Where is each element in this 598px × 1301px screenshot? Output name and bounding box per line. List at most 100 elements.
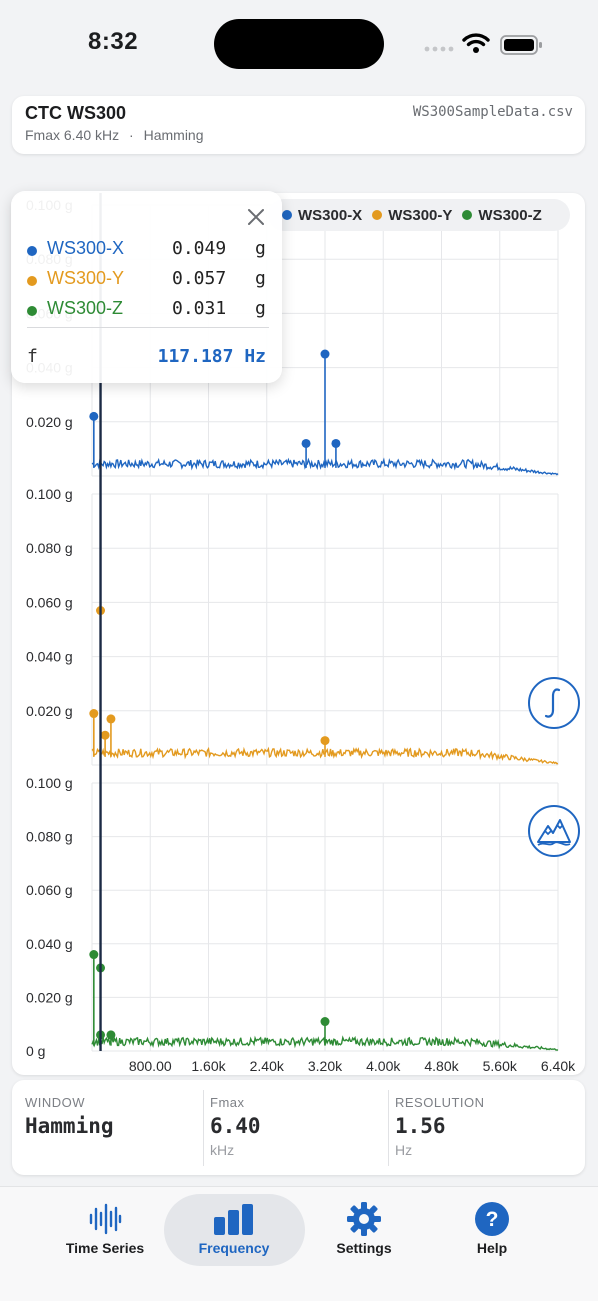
- x-tick-label: 4.00k: [366, 1058, 401, 1074]
- fmax-label: Fmax: [210, 1095, 245, 1110]
- x-tick-label: 6.40k: [541, 1058, 576, 1074]
- gear-icon: [347, 1202, 381, 1236]
- device-subtitle: Fmax 6.40 kHz · Hamming: [25, 127, 204, 143]
- x-tick-label: 1.60k: [191, 1058, 226, 1074]
- close-icon[interactable]: [244, 205, 268, 229]
- tooltip-series-unit: g: [255, 298, 266, 319]
- x-tick-label: 5.60k: [483, 1058, 518, 1074]
- info-divider: [388, 1090, 389, 1166]
- tab-label: Help: [476, 1240, 508, 1256]
- tab-label: Time Series: [65, 1240, 145, 1256]
- y-tick-label: 0.040 g: [26, 936, 73, 952]
- series-dot: [27, 246, 37, 256]
- wifi-icon: [462, 33, 490, 53]
- y-tick-label: 0.100 g: [26, 775, 73, 791]
- peak-marker: [331, 438, 341, 448]
- chart-legend: WS300-X WS300-Y WS300-Z: [268, 199, 570, 231]
- y-tick-label: 0.060 g: [26, 882, 73, 898]
- device-name: CTC WS300: [25, 103, 127, 123]
- tooltip-series-value: 0.057: [172, 268, 227, 289]
- analysis-info-card: WINDOW Hamming Fmax 6.40 kHz RESOLUTION …: [12, 1080, 585, 1175]
- y-tick-label: 0.060 g: [26, 594, 73, 610]
- y-tick-label: 0.020 g: [26, 703, 73, 719]
- separator-dot: ·: [129, 127, 134, 143]
- legend-dot: [462, 210, 473, 220]
- window-info: WINDOW Hamming: [25, 1080, 205, 1175]
- frequency-value: 117.187 Hz: [157, 346, 266, 367]
- peak-marker: [100, 730, 110, 740]
- legend-dot: [282, 210, 292, 220]
- peak-marker: [320, 1017, 330, 1027]
- fmax-value: 6.40: [210, 1114, 261, 1138]
- peak-marker: [320, 349, 330, 359]
- y-tick-label: 0.100 g: [26, 486, 73, 502]
- tab-label: Settings: [336, 1240, 392, 1256]
- peak-marker: [89, 411, 99, 421]
- window-label: WINDOW: [25, 1095, 86, 1110]
- legend-item-z: WS300-Z: [462, 206, 542, 224]
- x-tick-label: 2.40k: [250, 1058, 285, 1074]
- tab-time-series[interactable]: Time Series: [45, 1193, 165, 1261]
- tooltip-series-name: WS300-Z: [47, 298, 124, 318]
- peak-marker: [301, 438, 311, 448]
- info-divider: [203, 1090, 204, 1166]
- tooltip-row-x: WS300-X 0.049 g: [27, 238, 272, 264]
- x-tick-label: 4.80k: [424, 1058, 459, 1074]
- fmax-unit: kHz: [210, 1142, 235, 1158]
- legend-dot: [372, 210, 383, 220]
- svg-text:?: ?: [486, 1208, 499, 1231]
- legend-label: WS300-X: [298, 206, 363, 224]
- y-tick-label: 0.080 g: [26, 540, 73, 556]
- frequency-label: f: [27, 346, 38, 367]
- tooltip-row-z: WS300-Z 0.031 g: [27, 298, 272, 324]
- peak-marker: [89, 950, 99, 960]
- integrate-button[interactable]: [528, 677, 580, 729]
- window-value: Hamming: [25, 1114, 114, 1138]
- y-tick-label: 0.020 g: [26, 989, 73, 1005]
- fmax-summary: Fmax 6.40 kHz: [25, 127, 120, 143]
- tooltip-series-name: WS300-Y: [47, 268, 125, 288]
- peak-marker: [106, 1030, 116, 1040]
- x-tick-label: 800.00: [129, 1058, 172, 1074]
- dynamic-island: [214, 19, 384, 69]
- resolution-label: RESOLUTION: [395, 1095, 485, 1110]
- y-tick-label: 0.080 g: [26, 829, 73, 845]
- tab-frequency[interactable]: Frequency: [174, 1193, 294, 1261]
- cursor-tooltip: WS300-X 0.049 g WS300-Y 0.057 g WS300-Z …: [11, 191, 282, 383]
- tooltip-series-unit: g: [255, 268, 266, 289]
- tooltip-row-y: WS300-Y 0.057 g: [27, 268, 272, 294]
- tab-help[interactable]: ? Help: [432, 1193, 552, 1261]
- peak-marker: [106, 714, 116, 724]
- window-summary: Hamming: [143, 127, 204, 143]
- peaks-button[interactable]: [528, 805, 580, 857]
- status-time: 8:32: [88, 28, 139, 55]
- tooltip-series-value: 0.031: [172, 298, 227, 319]
- battery-icon: [500, 35, 542, 55]
- peak-marker: [89, 709, 99, 719]
- device-header-card[interactable]: CTC WS300 Fmax 6.40 kHz · Hamming WS300S…: [12, 96, 585, 154]
- tooltip-series-name: WS300-X: [47, 238, 125, 258]
- tab-label: Frequency: [198, 1240, 270, 1256]
- cellular-signal-icon: [424, 46, 454, 52]
- legend-label: WS300-Y: [388, 206, 453, 224]
- resolution-value: 1.56: [395, 1114, 446, 1138]
- bar-chart-icon: [214, 1204, 253, 1235]
- question-icon: ?: [475, 1202, 509, 1236]
- y-tick-label: 0.040 g: [26, 649, 73, 665]
- legend-label: WS300-Z: [478, 206, 542, 224]
- resolution-unit: Hz: [395, 1142, 413, 1158]
- waveform-icon: [89, 1203, 122, 1235]
- status-bar: 8:32: [0, 0, 598, 90]
- tooltip-series-value: 0.049: [172, 238, 227, 259]
- tooltip-divider: [27, 327, 269, 328]
- resolution-info: RESOLUTION 1.56 Hz: [395, 1080, 575, 1175]
- tab-bar: Time Series Frequency Settings ? Help: [0, 1186, 598, 1301]
- legend-item-x: WS300-X: [282, 207, 362, 224]
- y-tick-label: 0.020 g: [26, 414, 73, 430]
- tab-settings[interactable]: Settings: [304, 1193, 424, 1261]
- peaks-icon: [537, 819, 571, 846]
- fmax-info: Fmax 6.40 kHz: [210, 1080, 390, 1175]
- integral-icon: [544, 688, 561, 718]
- legend-item-y: WS300-Y: [372, 207, 452, 224]
- y-tick-label: 0 g: [26, 1043, 45, 1059]
